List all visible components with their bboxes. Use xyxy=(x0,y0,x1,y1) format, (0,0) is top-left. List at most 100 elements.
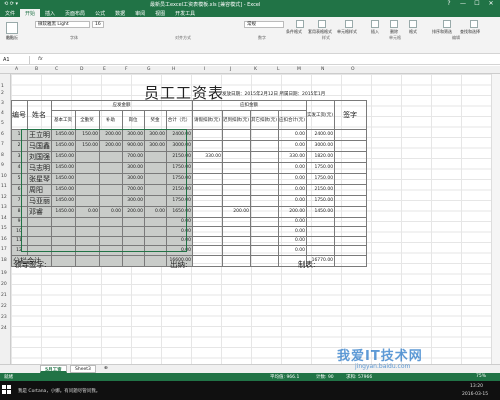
tab-insert[interactable]: 插入 xyxy=(40,9,60,17)
subheader[interactable]: 岗位 xyxy=(122,109,145,130)
table-cell[interactable] xyxy=(250,226,280,237)
table-cell[interactable] xyxy=(306,216,336,227)
table-cell[interactable] xyxy=(334,254,368,267)
table-cell[interactable] xyxy=(192,139,223,152)
subheader[interactable]: 基本工资 xyxy=(51,109,76,130)
subheader[interactable]: 合计（元） xyxy=(166,109,193,130)
zoom-level[interactable]: 75% xyxy=(476,374,486,379)
find-select-icon[interactable] xyxy=(470,20,478,28)
table-cell[interactable]: 330.00 xyxy=(278,150,308,163)
table-cell[interactable] xyxy=(250,205,280,218)
col-e[interactable]: E xyxy=(103,67,106,72)
row-header[interactable]: 20 xyxy=(1,282,7,287)
cell-styles-button[interactable]: 单元格样式 xyxy=(337,29,357,35)
row-header[interactable]: 6 xyxy=(1,132,4,137)
table-cell[interactable]: 2150.00 xyxy=(306,183,336,196)
tab-formulas[interactable]: 公式 xyxy=(90,9,110,17)
table-cell[interactable] xyxy=(221,183,252,196)
table-cell[interactable]: 0.00 xyxy=(278,216,308,227)
subheader[interactable]: 其它扣款(元) xyxy=(250,109,280,130)
table-cell[interactable]: 0.00 xyxy=(278,172,308,185)
format-as-table-icon[interactable] xyxy=(318,20,326,28)
table-cell[interactable] xyxy=(192,205,223,218)
subheader[interactable]: 应扣合计(元) xyxy=(278,109,308,130)
table-cell[interactable]: 1750.00 xyxy=(306,194,336,207)
row-header[interactable]: 14 xyxy=(1,216,7,221)
signature-cell[interactable] xyxy=(334,216,368,227)
sort-filter-button[interactable]: 排序和筛选 xyxy=(432,29,452,35)
table-cell[interactable] xyxy=(192,245,223,256)
table-cell[interactable] xyxy=(221,216,252,227)
fx-icon[interactable]: fx xyxy=(38,56,43,62)
row-header[interactable]: 1 xyxy=(1,84,4,89)
subheader[interactable]: 全勤奖 xyxy=(75,109,100,130)
row-header[interactable]: 23 xyxy=(1,315,7,320)
row-header[interactable]: 22 xyxy=(1,304,7,309)
header-payable[interactable]: 应发金额 xyxy=(51,100,193,111)
table-cell[interactable]: 1750.00 xyxy=(306,161,336,174)
signature-cell[interactable] xyxy=(334,172,368,185)
table-cell[interactable] xyxy=(192,226,223,237)
table-cell[interactable]: 1450.00 xyxy=(306,205,336,218)
table-cell[interactable] xyxy=(221,161,252,174)
table-cell[interactable] xyxy=(192,216,223,227)
table-cell[interactable]: 3000.00 xyxy=(306,139,336,152)
row-header[interactable]: 3 xyxy=(1,101,4,106)
signature-cell[interactable] xyxy=(334,205,368,218)
row-header[interactable]: 24 xyxy=(1,326,7,331)
insert-cells-icon[interactable] xyxy=(371,20,379,28)
table-cell[interactable]: 200.00 xyxy=(221,205,252,218)
header-name[interactable]: 姓名 xyxy=(27,100,52,130)
font-name-select[interactable]: 微软雅黑 Light xyxy=(35,21,90,28)
tab-review[interactable]: 审阅 xyxy=(130,9,150,17)
row-header[interactable]: 13 xyxy=(1,205,7,210)
header-actual[interactable]: 实发工资(元) xyxy=(306,100,336,130)
add-sheet-icon[interactable]: ⊕ xyxy=(100,365,112,373)
cell-styles-icon[interactable] xyxy=(345,20,353,28)
sheet-tab-sheet3[interactable]: Sheet3 xyxy=(70,365,96,373)
signature-cell[interactable] xyxy=(334,235,368,246)
table-cell[interactable]: 0.00 xyxy=(278,128,308,141)
row-header[interactable]: 9 xyxy=(1,163,4,168)
table-cell[interactable] xyxy=(250,161,280,174)
format-cells-icon[interactable] xyxy=(409,20,417,28)
signature-cell[interactable] xyxy=(334,245,368,256)
table-cell[interactable] xyxy=(221,226,252,237)
col-g[interactable]: G xyxy=(147,67,151,72)
signature-cell[interactable] xyxy=(334,183,368,196)
table-cell[interactable] xyxy=(192,194,223,207)
header-sign[interactable]: 签字 xyxy=(334,100,368,130)
row-header[interactable]: 5 xyxy=(1,121,4,126)
table-cell[interactable] xyxy=(250,194,280,207)
sort-filter-icon[interactable] xyxy=(443,20,451,28)
table-cell[interactable] xyxy=(221,254,252,267)
formula-bar[interactable] xyxy=(0,55,500,65)
tab-file[interactable]: 文件 xyxy=(0,9,20,17)
tab-page-layout[interactable]: 页面布局 xyxy=(60,9,90,17)
table-cell[interactable] xyxy=(75,254,100,267)
conditional-format-button[interactable]: 条件格式 xyxy=(286,29,302,35)
col-j[interactable]: J xyxy=(230,67,231,72)
signature-cell[interactable] xyxy=(334,128,368,141)
help-icon[interactable]: ? xyxy=(442,0,456,7)
table-cell[interactable]: 1750.00 xyxy=(306,172,336,185)
table-cell[interactable] xyxy=(192,235,223,246)
table-cell[interactable] xyxy=(192,254,223,267)
table-cell[interactable]: 0.00 xyxy=(278,139,308,152)
cortana-search[interactable]: 我是 Cortana，小娜。有问题尽管问我。 xyxy=(18,388,100,394)
maximize-button[interactable]: ☐ xyxy=(470,0,484,7)
col-n[interactable]: N xyxy=(321,67,324,72)
row-header[interactable]: 16 xyxy=(1,237,7,242)
row-header[interactable]: 15 xyxy=(1,226,7,231)
table-cell[interactable] xyxy=(51,254,76,267)
paste-icon[interactable] xyxy=(6,22,18,34)
col-d[interactable]: D xyxy=(80,67,83,72)
font-size-select[interactable]: 16 xyxy=(92,21,104,28)
table-cell[interactable] xyxy=(122,254,145,267)
table-cell[interactable] xyxy=(306,245,336,256)
selection-range[interactable] xyxy=(21,129,187,252)
vertical-scrollbar[interactable] xyxy=(491,74,500,364)
table-cell[interactable] xyxy=(306,235,336,246)
table-cell[interactable] xyxy=(192,161,223,174)
table-cell[interactable] xyxy=(221,235,252,246)
